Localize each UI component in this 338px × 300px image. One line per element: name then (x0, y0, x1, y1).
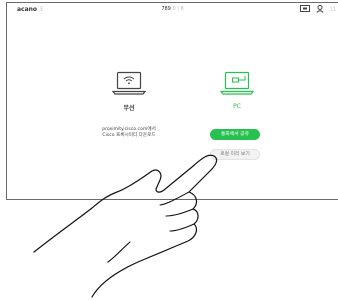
local-preview-button[interactable]: 로컬 미리 보기 (210, 149, 260, 160)
share-in-call-button[interactable]: 통화에서 공유 (210, 129, 260, 140)
pc-label: PC (233, 103, 241, 110)
room-status-value: 0 | 8 (172, 6, 184, 12)
room-code: 789 (161, 6, 171, 12)
wireless-desc-line2: Cisco 프록시미티 다운로드 (102, 133, 156, 138)
screen-share-icon[interactable] (299, 5, 310, 15)
top-icons: 11 (299, 5, 336, 15)
clock-time: 11 (329, 7, 336, 13)
room-status: 789 0 | 8 (7, 6, 338, 12)
laptop-cable-icon (219, 71, 255, 99)
wireless-label: 무선 (123, 105, 135, 112)
wireless-description: proximity.cisco.com에서 Cisco 프록시미티 다운로드 (81, 127, 177, 139)
wireless-option[interactable]: 무선 (99, 71, 159, 112)
top-bar: acano 3 789 0 | 8 11 (7, 3, 338, 19)
touch-panel-screen: acano 3 789 0 | 8 11 무선 proximity.cisco.… (6, 2, 338, 200)
laptop-wireless-icon (111, 71, 147, 99)
pc-option[interactable]: PC (207, 71, 267, 110)
person-icon[interactable] (316, 5, 324, 15)
